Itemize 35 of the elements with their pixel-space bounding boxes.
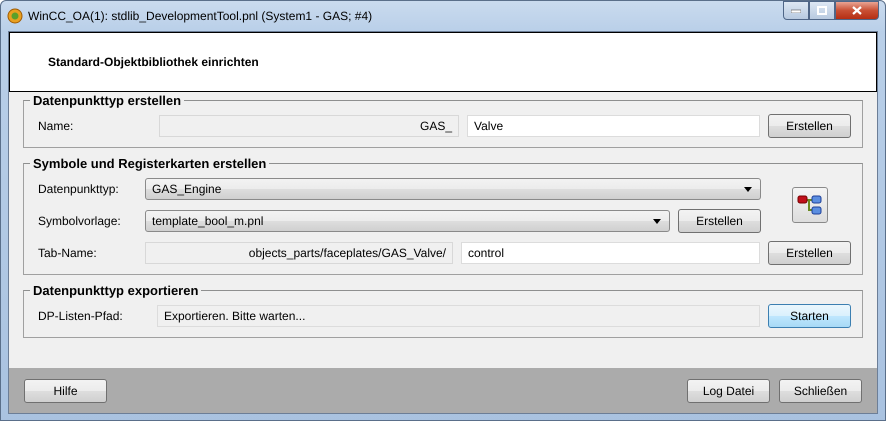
action-button[interactable]: Starten [768, 304, 851, 328]
field-label: Symbolvorlage: [38, 214, 122, 228]
status-field: Exportieren. Bitte warten... [157, 305, 760, 327]
field-label: DP-Listen-Pfad: [38, 309, 124, 323]
input-field[interactable]: Valve [467, 115, 760, 137]
tree-icon [797, 194, 823, 216]
minimize-button[interactable] [783, 1, 809, 20]
header-title: Standard-Objektbibliothek einrichten [9, 32, 877, 92]
dropdown[interactable]: template_bool_m.pnl [145, 210, 670, 232]
close-icon [852, 6, 862, 15]
footer-button[interactable]: Log Datei [687, 378, 770, 402]
group-title: Datenpunkttyp exportieren [32, 283, 200, 298]
group-title: Symbole und Registerkarten erstellen [32, 156, 268, 171]
action-button[interactable]: Erstellen [768, 241, 851, 265]
readonly-field: GAS_ [159, 115, 459, 137]
window-title: WinCC_OA(1): stdlib_DevelopmentTool.pnl (System1 - GAS; #4) [28, 8, 374, 22]
maximize-icon [817, 6, 827, 15]
action-button[interactable]: Erstellen [768, 114, 851, 138]
footer-button[interactable]: Schließen [779, 378, 862, 402]
tree-tool-button[interactable] [792, 187, 828, 223]
field-label: Datenpunkttyp: [38, 182, 120, 196]
dropdown-arrow-icon [653, 218, 661, 224]
app-icon [7, 8, 23, 24]
field-label: Tab-Name: [38, 246, 98, 260]
minimize-icon [791, 8, 801, 12]
input-field[interactable]: control [461, 242, 760, 264]
footer-button[interactable]: Hilfe [24, 378, 107, 402]
dropdown[interactable]: GAS_Engine [145, 178, 761, 200]
field-label: Name: [38, 119, 74, 133]
group-title: Datenpunkttyp erstellen [32, 93, 182, 108]
dropdown-arrow-icon [744, 186, 752, 192]
maximize-button[interactable] [809, 1, 835, 20]
action-button[interactable]: Erstellen [678, 209, 761, 233]
readonly-field: objects_parts/faceplates/GAS_Valve/ [145, 242, 453, 264]
close-button[interactable] [835, 1, 879, 20]
